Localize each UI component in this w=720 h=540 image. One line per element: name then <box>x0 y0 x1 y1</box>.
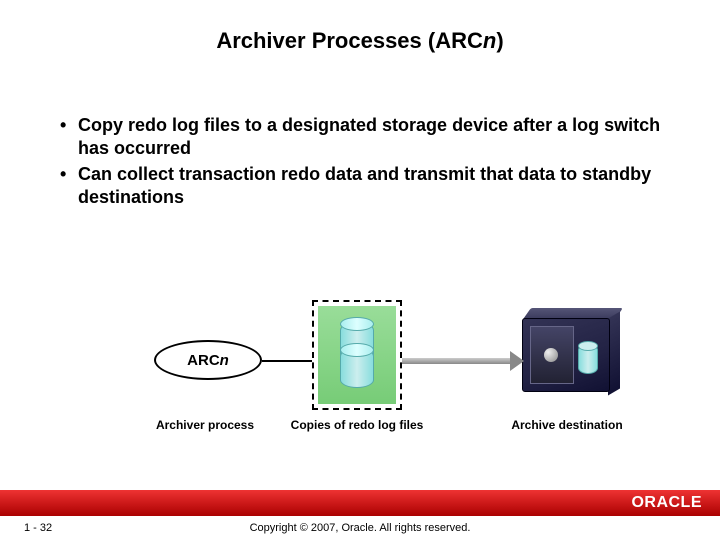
slide-title: Archiver Processes (ARCn) <box>0 0 720 54</box>
bullet-list: Copy redo log files to a designated stor… <box>60 114 670 208</box>
title-n: n <box>483 28 496 53</box>
footer-row: 1 - 32 Copyright © 2007, Oracle. All rig… <box>0 516 720 540</box>
copyright-text: Copyright © 2007, Oracle. All rights res… <box>90 522 720 534</box>
arcn-oval: ARCn <box>154 340 262 380</box>
diagram: ARCn Archiver process Copies of redo log… <box>0 280 720 450</box>
safe-icon <box>522 318 610 392</box>
caption-redo-copies: Copies of redo log files <box>282 418 432 432</box>
arrow-icon <box>402 358 512 364</box>
arcn-n: n <box>220 352 229 369</box>
slide: Archiver Processes (ARCn) Copy redo log … <box>0 0 720 540</box>
caption-archive-destination: Archive destination <box>492 418 642 432</box>
content-area: Copy redo log files to a designated stor… <box>0 54 720 208</box>
cylinder-icon <box>578 344 598 374</box>
title-suffix: ) <box>496 28 503 53</box>
bullet-item: Can collect transaction redo data and tr… <box>60 163 670 208</box>
cylinder-group-icon <box>340 322 374 388</box>
footer: ORACLE 1 - 32 Copyright © 2007, Oracle. … <box>0 490 720 540</box>
cylinder-icon <box>340 348 374 388</box>
title-prefix: Archiver Processes (ARC <box>216 28 483 53</box>
page-number: 1 - 32 <box>0 522 90 534</box>
arcn-prefix: ARC <box>187 352 220 369</box>
oracle-logo: ORACLE <box>631 494 702 512</box>
caption-archiver-process: Archiver process <box>130 418 280 432</box>
bullet-item: Copy redo log files to a designated stor… <box>60 114 670 159</box>
redo-log-box <box>312 300 402 410</box>
safe-knob-icon <box>544 348 558 362</box>
footer-bar: ORACLE <box>0 490 720 516</box>
